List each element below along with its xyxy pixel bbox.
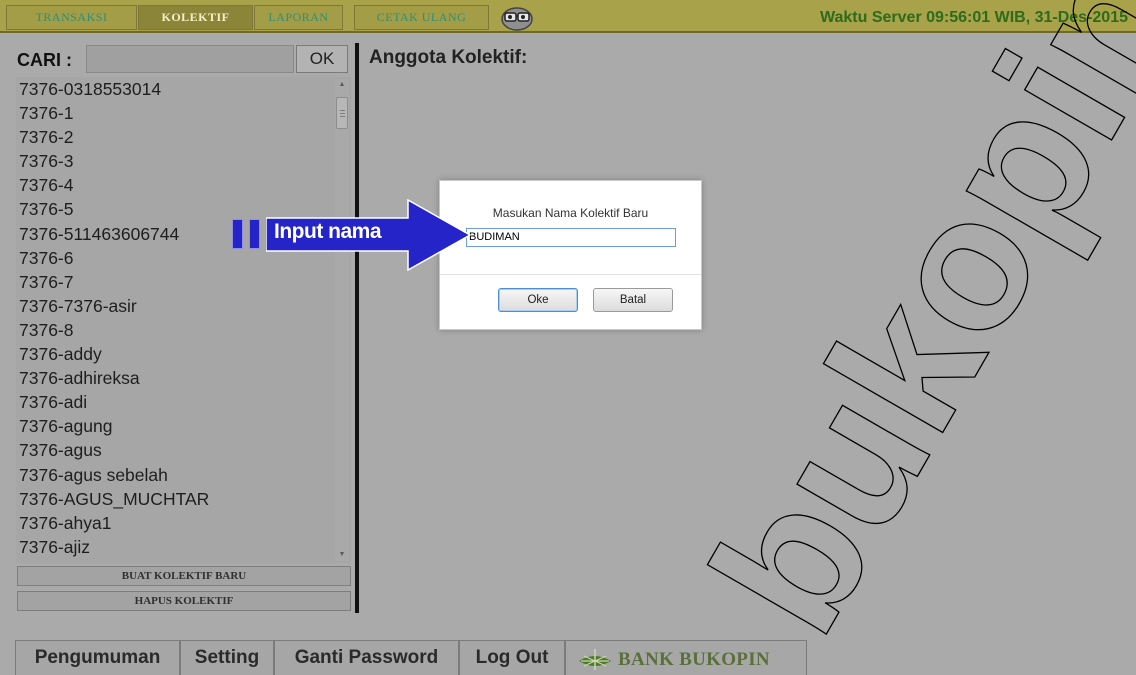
list-item[interactable]: 7376-1 bbox=[16, 101, 351, 125]
list-item[interactable]: 7376-ahya1 bbox=[16, 511, 351, 535]
tab-cetak-ulang[interactable]: CETAK ULANG bbox=[354, 5, 489, 30]
dialog-cancel-button[interactable]: Batal bbox=[593, 288, 673, 312]
scroll-thumb[interactable] bbox=[336, 97, 348, 129]
list-item[interactable]: 7376-ajiz bbox=[16, 535, 351, 559]
bukopin-leaf-logo-icon bbox=[579, 649, 611, 670]
list-item[interactable]: 7376-7 bbox=[16, 270, 351, 294]
list-item[interactable]: 7376-agus sebelah bbox=[16, 463, 351, 487]
list-item[interactable]: 7376-agus bbox=[16, 438, 351, 462]
tab-ganti-password[interactable]: Ganti Password bbox=[274, 640, 459, 675]
top-nav-bar: TRANSAKSI KOLEKTIF LAPORAN CETAK ULANG W… bbox=[0, 0, 1136, 33]
annotation-bar bbox=[249, 219, 260, 249]
bottom-nav-bar: Pengumuman Setting Ganti Password Log Ou… bbox=[0, 633, 1136, 675]
delete-kolektif-button[interactable]: HAPUS KOLEKTIF bbox=[17, 591, 351, 611]
tab-transaksi[interactable]: TRANSAKSI bbox=[6, 5, 137, 30]
dialog-prompt: Masukan Nama Kolektif Baru bbox=[492, 206, 649, 220]
list-item[interactable]: 7376-adhireksa bbox=[16, 366, 351, 390]
list-item[interactable]: 7376-adi bbox=[16, 390, 351, 414]
list-item[interactable]: 7376-7376-asir bbox=[16, 294, 351, 318]
search-input[interactable] bbox=[86, 45, 294, 73]
tab-kolektif[interactable]: KOLEKTIF bbox=[138, 5, 253, 30]
kolektif-list[interactable]: 7376-0318553014 7376-1 7376-2 7376-3 737… bbox=[16, 77, 351, 563]
brand-name: BANK BUKOPIN bbox=[618, 649, 770, 670]
list-scrollbar[interactable]: ▲ ▼ bbox=[335, 79, 349, 561]
scroll-up-arrow-icon[interactable]: ▲ bbox=[335, 79, 349, 91]
create-kolektif-button[interactable]: BUAT KOLEKTIF BARU bbox=[17, 566, 351, 586]
watermark: bukopin.co.id bbox=[700, 0, 1136, 666]
annotation-label: Input nama bbox=[274, 220, 382, 243]
list-item[interactable]: 7376-addy bbox=[16, 342, 351, 366]
search-ok-button[interactable]: OK bbox=[296, 45, 348, 73]
annotation-bar bbox=[232, 219, 243, 249]
panel-divider bbox=[355, 43, 359, 613]
search-label: CARI : bbox=[17, 50, 72, 70]
logout-button[interactable]: Log Out bbox=[459, 640, 565, 675]
dialog-ok-button[interactable]: Oke bbox=[498, 288, 578, 312]
tab-pengumuman[interactable]: Pengumuman bbox=[15, 640, 180, 675]
page-title: Anggota Kolektif: bbox=[369, 47, 528, 68]
list-item[interactable]: 7376-8 bbox=[16, 318, 351, 342]
list-item[interactable]: 7376-4 bbox=[16, 173, 351, 197]
list-item[interactable]: 7376-3 bbox=[16, 149, 351, 173]
server-time: Waktu Server 09:56:01 WIB, 31-Des-2015 bbox=[820, 9, 1128, 26]
bank-logo: BANK BUKOPIN bbox=[565, 640, 807, 675]
list-item[interactable]: 7376-2 bbox=[16, 125, 351, 149]
tab-setting[interactable]: Setting bbox=[180, 640, 274, 675]
watermark-text: bukopin.co.id bbox=[700, 0, 1136, 666]
scroll-down-arrow-icon[interactable]: ▼ bbox=[335, 549, 349, 561]
tab-laporan[interactable]: LAPORAN bbox=[254, 5, 343, 30]
list-item[interactable]: 7376-AGUS_MUCHTAR bbox=[16, 487, 351, 511]
list-item[interactable]: 7376-0318553014 bbox=[16, 77, 351, 101]
owl-glasses-icon bbox=[501, 7, 533, 31]
input-annotation: Input nama bbox=[232, 198, 472, 272]
new-kolektif-dialog: Masukan Nama Kolektif Baru BUDIMAN Oke B… bbox=[439, 180, 702, 330]
list-item[interactable]: 7376-agung bbox=[16, 414, 351, 438]
kolektif-name-input[interactable]: BUDIMAN bbox=[466, 228, 676, 247]
dialog-divider bbox=[440, 274, 701, 275]
